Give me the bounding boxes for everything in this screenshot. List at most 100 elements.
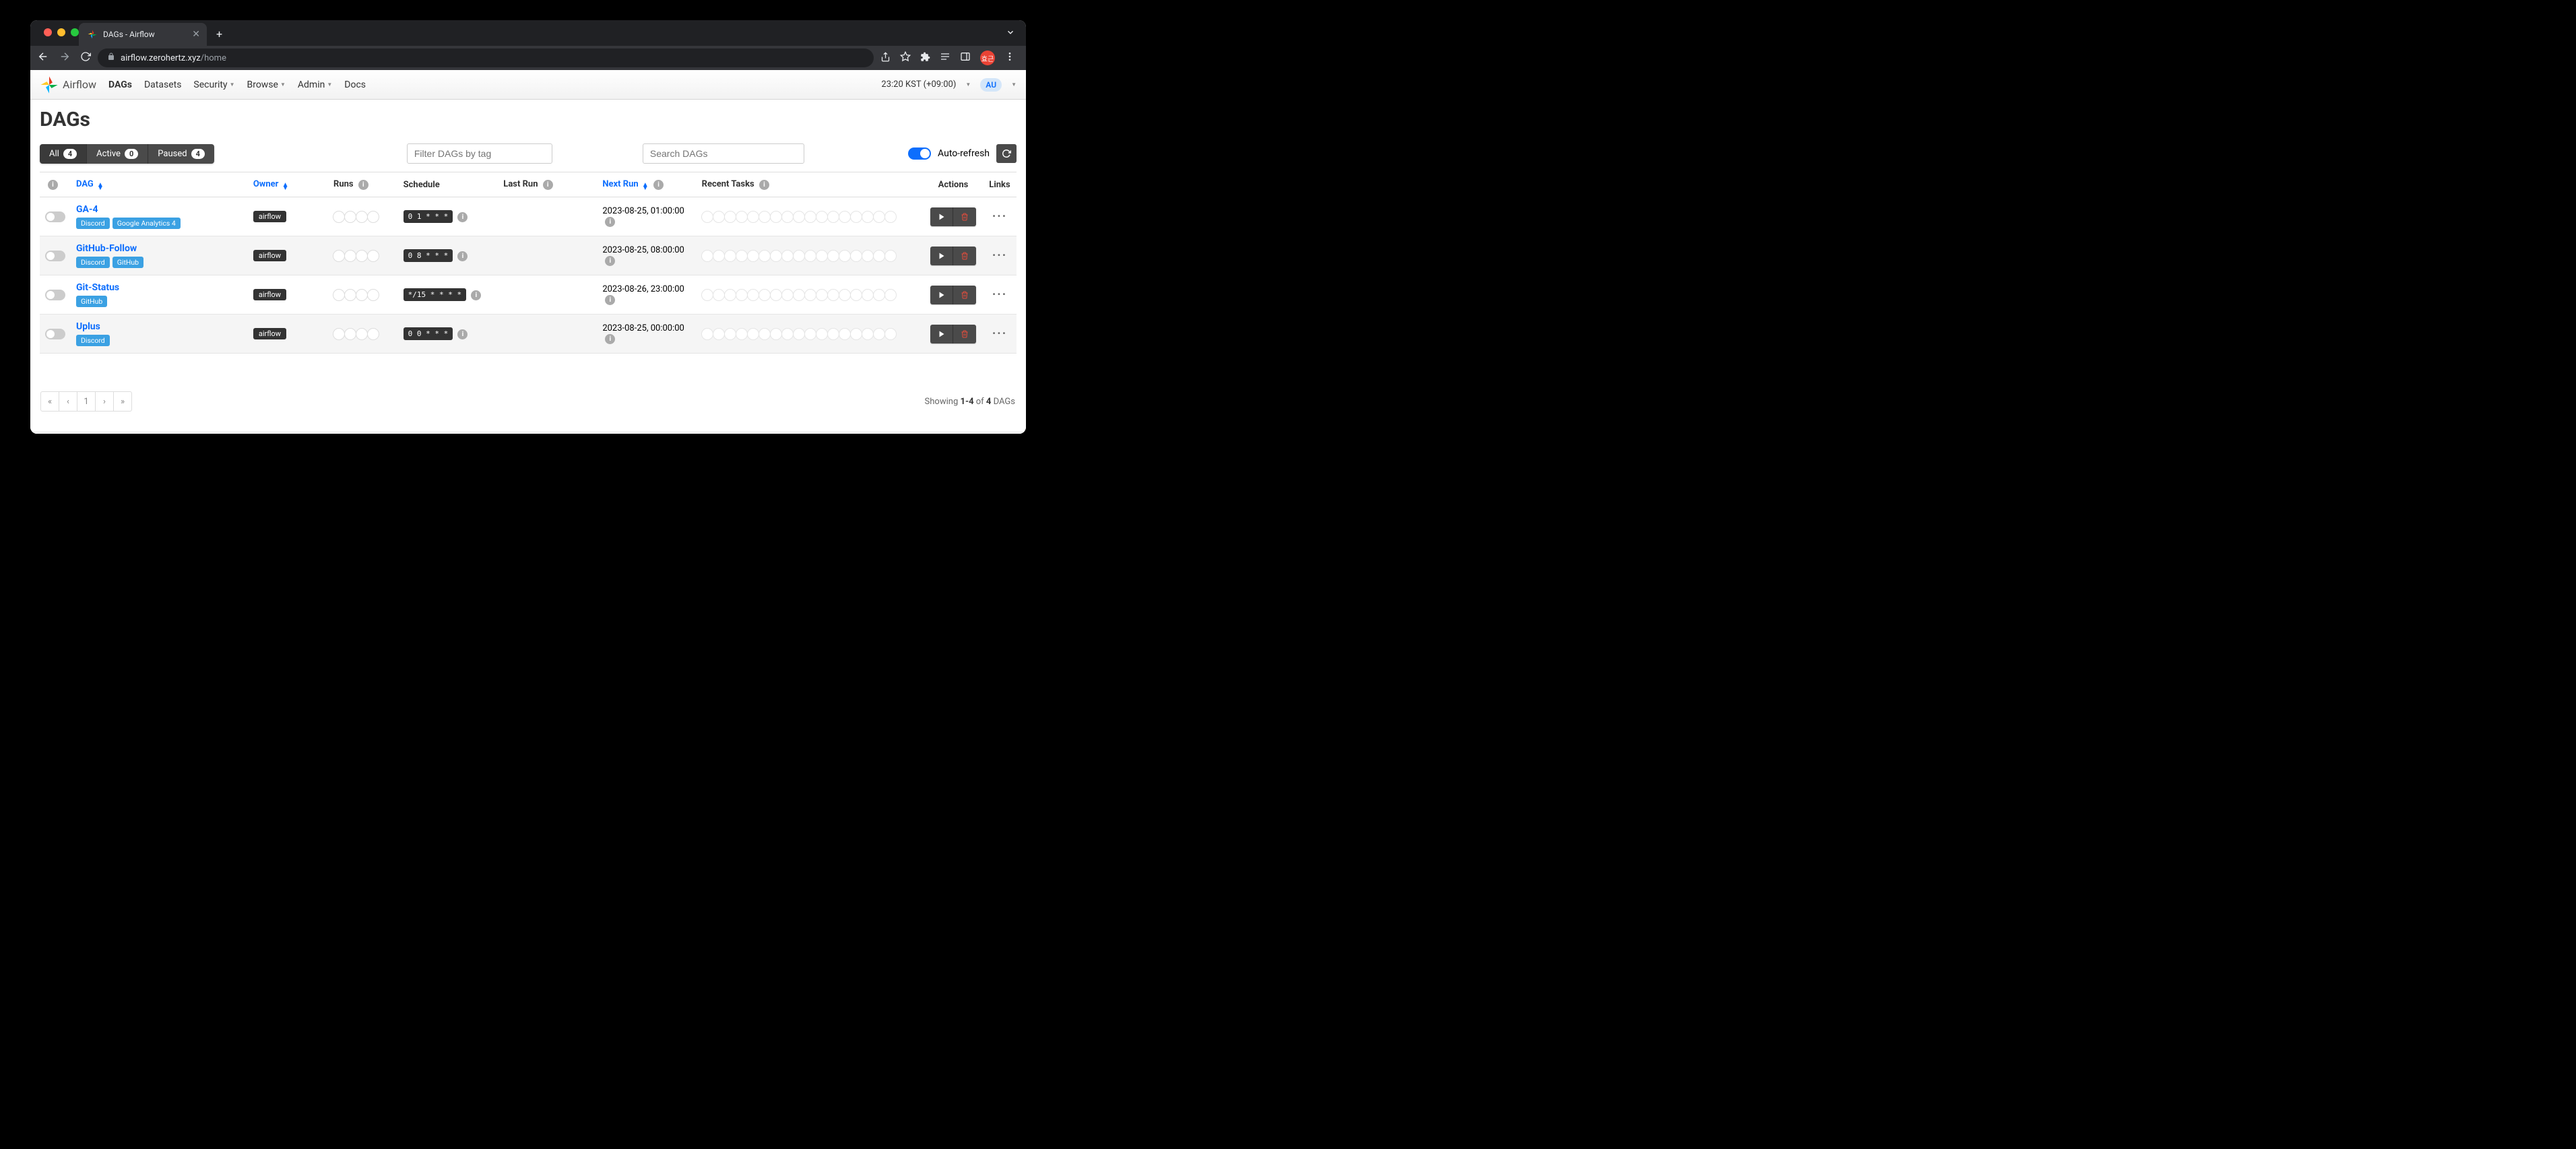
trigger-button[interactable] (930, 207, 953, 226)
dag-pause-toggle[interactable] (45, 290, 65, 300)
filter-all[interactable]: All 4 (40, 144, 87, 164)
trigger-button[interactable] (930, 247, 953, 265)
search-input[interactable] (643, 143, 804, 164)
tag-pill[interactable]: GitHub (76, 296, 107, 307)
info-icon[interactable]: i (457, 251, 468, 261)
trigger-button[interactable] (930, 325, 953, 343)
run-circle[interactable] (367, 289, 379, 301)
task-circle[interactable] (850, 289, 862, 301)
page-prev[interactable]: ‹ (59, 391, 77, 412)
tag-filter-input[interactable] (407, 143, 552, 164)
page-first[interactable]: « (40, 391, 59, 412)
owner-pill[interactable]: airflow (253, 250, 286, 261)
info-icon[interactable]: i (605, 295, 615, 305)
info-icon[interactable]: i (653, 180, 664, 190)
run-circle[interactable] (367, 211, 379, 223)
col-dag[interactable]: DAG (76, 179, 94, 189)
schedule-pill[interactable]: 0 0 * * * (404, 327, 453, 340)
info-icon[interactable]: i (48, 180, 58, 190)
owner-pill[interactable]: airflow (253, 328, 286, 339)
minimize-window-icon[interactable] (57, 28, 65, 36)
task-circle[interactable] (884, 211, 897, 223)
schedule-pill[interactable]: 0 1 * * * (404, 210, 453, 223)
nav-item-docs[interactable]: Docs (344, 79, 366, 90)
run-circle[interactable] (344, 289, 356, 301)
close-window-icon[interactable] (44, 28, 52, 36)
task-circle[interactable] (770, 289, 782, 301)
reading-list-icon[interactable] (940, 51, 951, 65)
task-circle[interactable] (873, 289, 885, 301)
task-circle[interactable] (839, 250, 851, 262)
task-circle[interactable] (759, 211, 771, 223)
task-circle[interactable] (850, 328, 862, 340)
more-links-icon[interactable]: ··· (992, 327, 1007, 341)
dag-pause-toggle[interactable] (45, 329, 65, 339)
nav-item-dags[interactable]: DAGs (108, 79, 132, 90)
task-circle[interactable] (793, 328, 805, 340)
tag-pill[interactable]: Google Analytics 4 (112, 218, 181, 229)
chevron-down-icon[interactable]: ▼ (1011, 81, 1017, 88)
dag-name-link[interactable]: Git-Status (76, 282, 243, 293)
task-circle[interactable] (713, 211, 725, 223)
task-circle[interactable] (862, 328, 874, 340)
nav-item-browse[interactable]: Browse▼ (247, 79, 285, 90)
nav-item-datasets[interactable]: Datasets (144, 79, 181, 90)
dag-name-link[interactable]: GitHub-Follow (76, 243, 243, 254)
task-circle[interactable] (839, 328, 851, 340)
task-circle[interactable] (781, 289, 794, 301)
run-circle[interactable] (333, 328, 345, 340)
schedule-pill[interactable]: 0 8 * * * (404, 249, 453, 262)
info-icon[interactable]: i (358, 180, 368, 190)
schedule-pill[interactable]: */15 * * * * (404, 288, 466, 301)
task-circle[interactable] (850, 250, 862, 262)
task-circle[interactable] (759, 250, 771, 262)
task-circle[interactable] (713, 289, 725, 301)
task-circle[interactable] (759, 328, 771, 340)
browser-tab[interactable]: DAGs - Airflow ✕ (79, 23, 207, 46)
url-bar[interactable]: airflow.zerohertz.xyz/home (98, 48, 874, 67)
new-tab-button[interactable]: + (216, 28, 222, 40)
col-owner[interactable]: Owner (253, 179, 279, 189)
task-circle[interactable] (827, 250, 839, 262)
task-circle[interactable] (873, 211, 885, 223)
filter-paused[interactable]: Paused 4 (148, 144, 214, 164)
info-icon[interactable]: i (457, 329, 468, 339)
panel-icon[interactable] (960, 51, 971, 65)
info-icon[interactable]: i (543, 180, 553, 190)
run-circle[interactable] (333, 211, 345, 223)
task-circle[interactable] (862, 289, 874, 301)
delete-button[interactable] (953, 286, 976, 304)
dag-name-link[interactable]: Uplus (76, 321, 243, 332)
task-circle[interactable] (816, 211, 828, 223)
task-circle[interactable] (839, 211, 851, 223)
more-links-icon[interactable]: ··· (992, 288, 1007, 302)
task-circle[interactable] (804, 250, 816, 262)
page-current[interactable]: 1 (77, 391, 96, 412)
task-circle[interactable] (827, 289, 839, 301)
sort-icon[interactable]: ▲▼ (282, 183, 289, 190)
task-circle[interactable] (747, 328, 759, 340)
task-circle[interactable] (701, 289, 713, 301)
task-circle[interactable] (770, 328, 782, 340)
filter-active[interactable]: Active 0 (87, 144, 148, 164)
col-next-run[interactable]: Next Run (602, 179, 638, 189)
task-circle[interactable] (701, 250, 713, 262)
task-circle[interactable] (793, 211, 805, 223)
task-circle[interactable] (724, 250, 736, 262)
run-circle[interactable] (356, 250, 368, 262)
refresh-button[interactable] (996, 144, 1017, 163)
task-circle[interactable] (816, 289, 828, 301)
chevron-down-icon[interactable]: ▼ (965, 81, 971, 88)
star-icon[interactable] (900, 51, 911, 65)
run-circle[interactable] (333, 289, 345, 301)
trigger-button[interactable] (930, 286, 953, 304)
task-circle[interactable] (804, 211, 816, 223)
run-circle[interactable] (333, 250, 345, 262)
task-circle[interactable] (816, 328, 828, 340)
tag-pill[interactable]: Discord (76, 218, 110, 229)
tabs-dropdown-icon[interactable] (1006, 28, 1015, 40)
user-avatar[interactable]: 효근 (980, 51, 995, 65)
dag-name-link[interactable]: GA-4 (76, 204, 243, 215)
run-circle[interactable] (367, 328, 379, 340)
run-circle[interactable] (344, 211, 356, 223)
